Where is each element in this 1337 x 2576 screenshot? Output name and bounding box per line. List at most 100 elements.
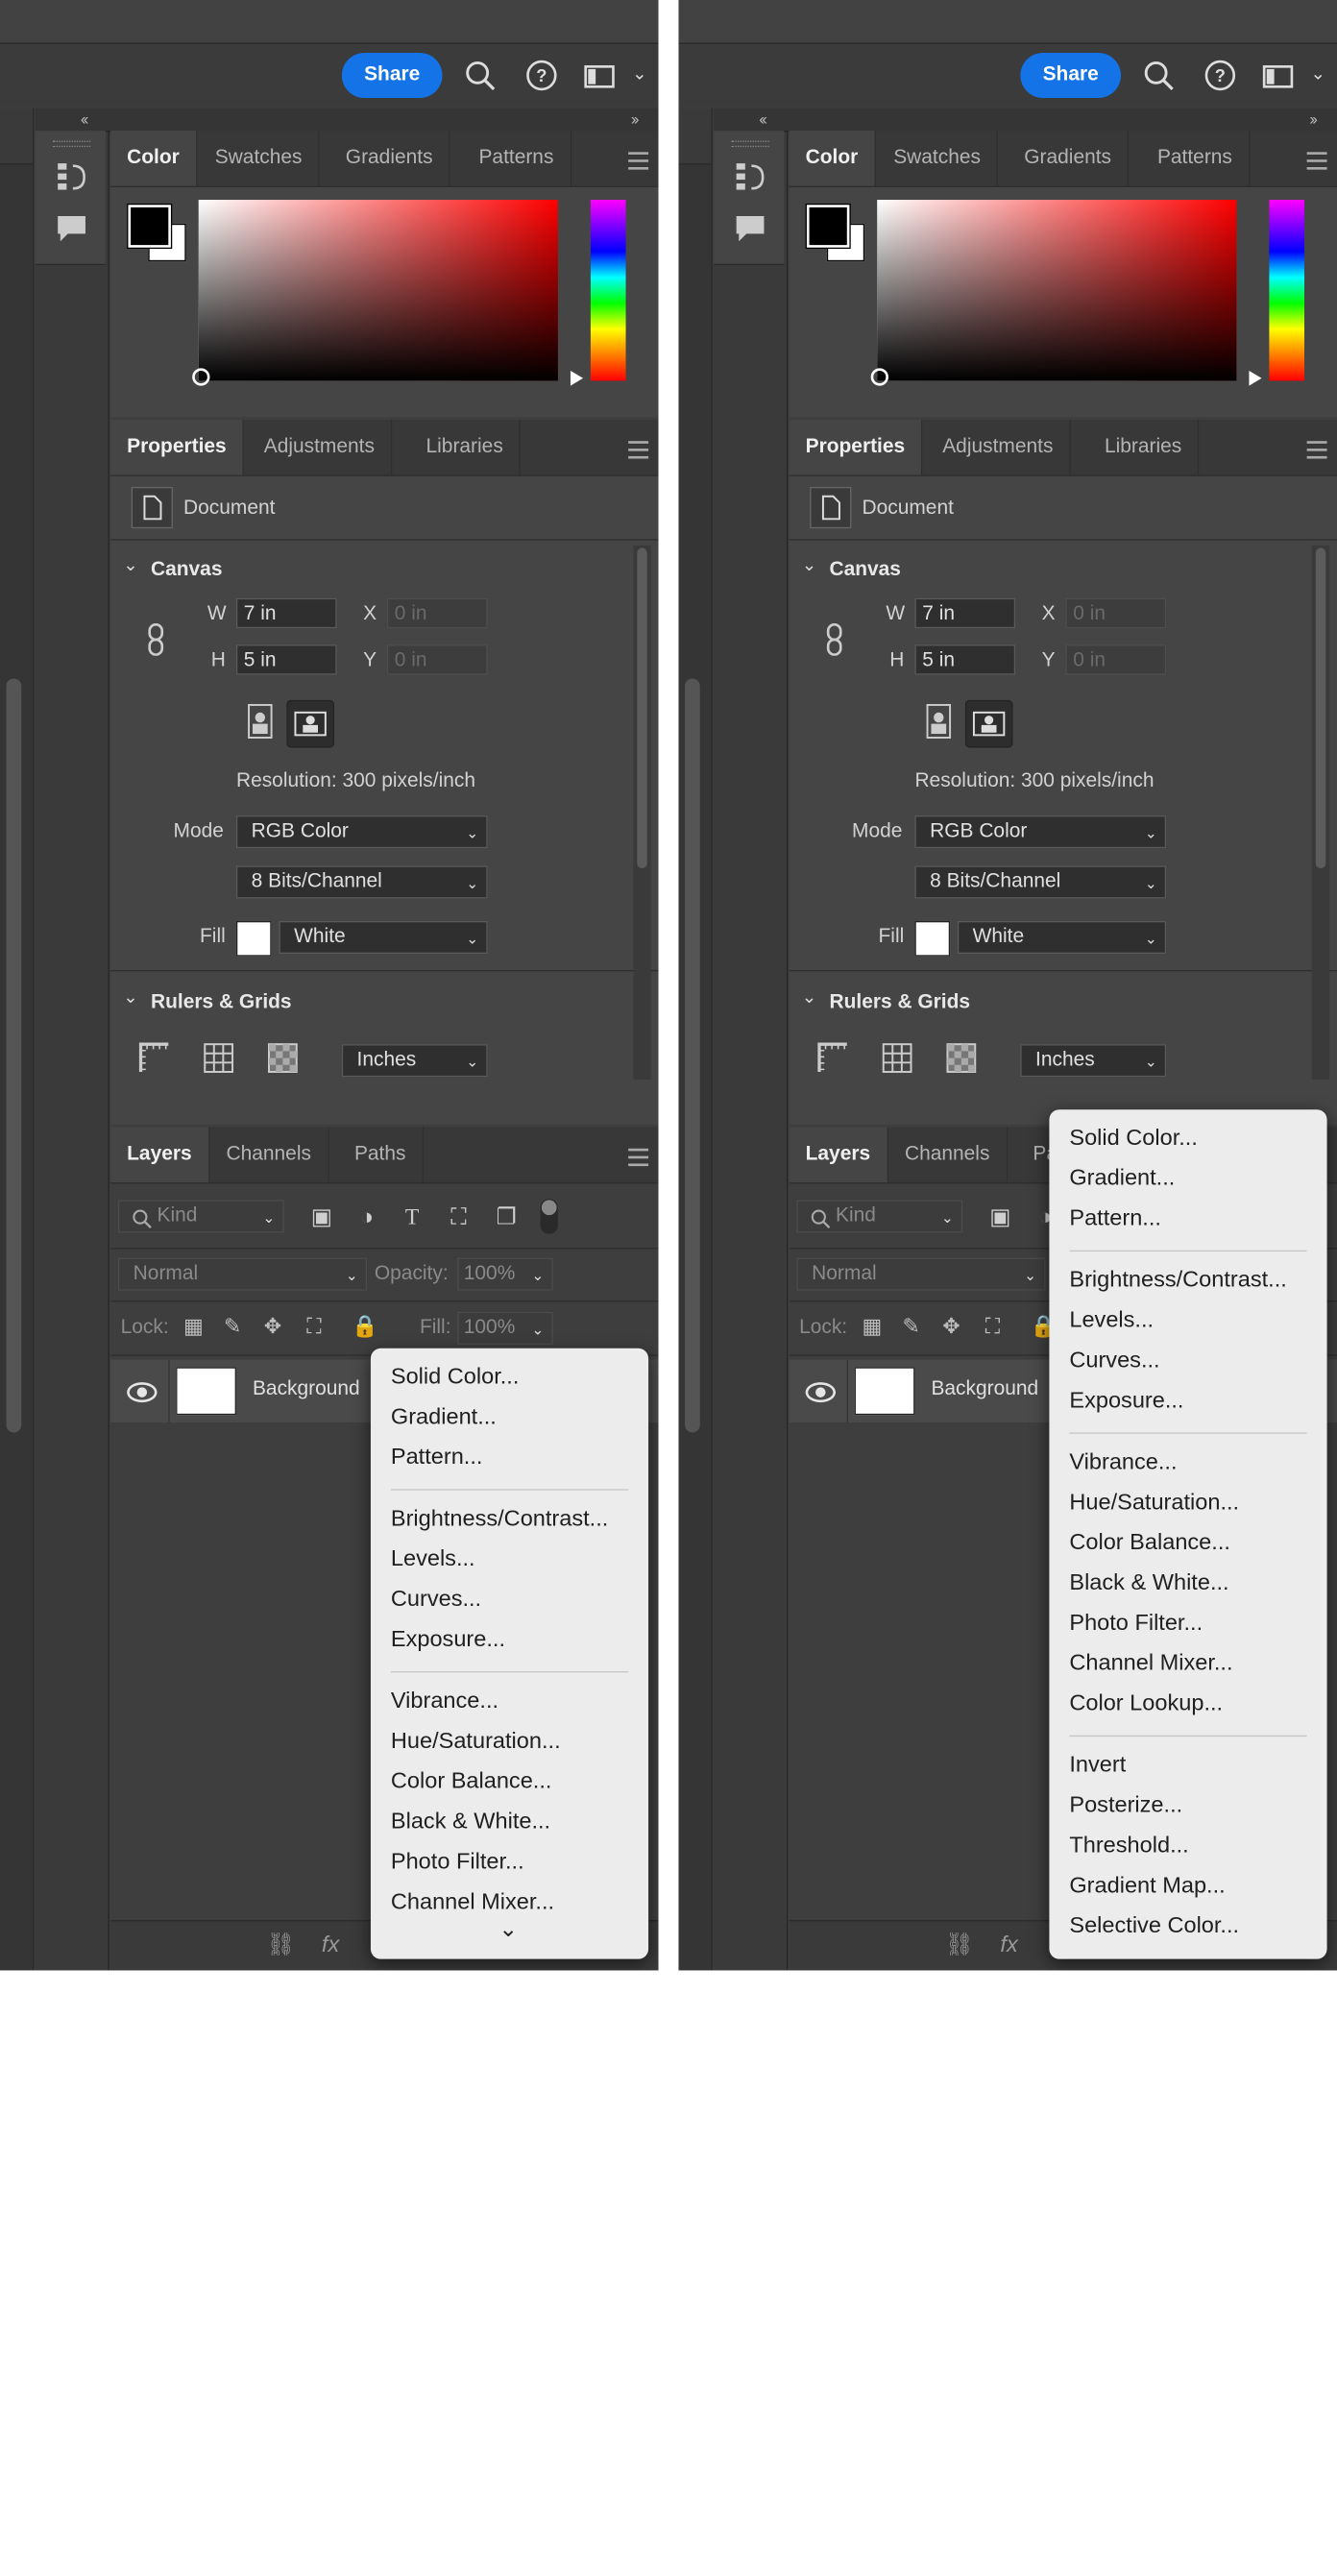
tab-libraries[interactable]: Libraries xyxy=(1088,419,1200,475)
menu-item-threshold[interactable]: Threshold... xyxy=(1069,1833,1188,1859)
tab-color[interactable]: Color xyxy=(110,131,198,186)
tab-properties[interactable]: Properties xyxy=(789,419,923,475)
grid-icon[interactable] xyxy=(203,1042,235,1075)
panel-menu-icon[interactable] xyxy=(628,1148,649,1167)
fill-field[interactable]: 100% ⌄ xyxy=(457,1311,553,1345)
panel-menu-icon[interactable] xyxy=(1306,441,1327,459)
link-layers-icon[interactable]: ⛓ xyxy=(266,1932,295,1957)
fill-dropdown[interactable]: White ⌄ xyxy=(279,920,488,954)
fill-swatch[interactable] xyxy=(235,920,272,957)
layer-name[interactable]: Background xyxy=(253,1378,360,1401)
transparency-icon[interactable] xyxy=(266,1042,299,1075)
foreground-swatch[interactable] xyxy=(806,205,850,248)
tab-swatches[interactable]: Swatches xyxy=(199,131,320,186)
tab-swatches[interactable]: Swatches xyxy=(877,131,999,186)
tab-paths[interactable]: Paths xyxy=(338,1127,424,1183)
lock-pixels-icon[interactable]: ✎ xyxy=(224,1314,242,1339)
visibility-eye-icon[interactable] xyxy=(805,1382,837,1403)
lock-all-icon[interactable]: 🔒 xyxy=(352,1314,378,1339)
comment-icon[interactable] xyxy=(56,213,88,243)
dock-scrollbar[interactable] xyxy=(685,678,700,1433)
type-filter-icon[interactable]: T xyxy=(397,1202,426,1231)
filter-toggle-icon[interactable] xyxy=(540,1199,558,1234)
chevron-down-icon[interactable]: ⌄ xyxy=(1311,62,1325,84)
menu-item-color-balance[interactable]: Color Balance... xyxy=(1069,1529,1230,1555)
tab-gradients[interactable]: Gradients xyxy=(329,131,450,186)
color-field[interactable] xyxy=(198,200,558,381)
share-button[interactable]: Share xyxy=(341,52,443,99)
x-field[interactable]: 0 in xyxy=(386,597,488,629)
menu-item-black-white[interactable]: Black & White... xyxy=(1069,1569,1228,1595)
menu-item-gradient-map[interactable]: Gradient Map... xyxy=(1069,1872,1225,1898)
color-field[interactable] xyxy=(877,200,1237,381)
tab-patterns[interactable]: Patterns xyxy=(1141,131,1251,186)
hue-slider[interactable] xyxy=(590,200,626,381)
visibility-eye-icon[interactable] xyxy=(127,1382,158,1403)
image-filter-icon[interactable]: ▣ xyxy=(985,1202,1015,1231)
properties-scrollbar[interactable] xyxy=(633,545,651,1080)
fx-icon[interactable]: fx xyxy=(1000,1932,1017,1957)
link-icon[interactable] xyxy=(824,622,844,656)
share-button[interactable]: Share xyxy=(1020,52,1122,99)
menu-item-levels[interactable]: Levels... xyxy=(1069,1307,1154,1333)
menu-item-posterize[interactable]: Posterize... xyxy=(1069,1792,1182,1818)
ruler-icon[interactable] xyxy=(816,1042,849,1075)
properties-scrollbar[interactable] xyxy=(1311,545,1330,1080)
menu-item-hue-saturation[interactable]: Hue/Saturation... xyxy=(1069,1489,1239,1515)
chevron-down-icon[interactable]: ⌄ xyxy=(802,554,816,575)
menu-item-black-white[interactable]: Black & White... xyxy=(391,1809,550,1835)
lock-artboard-icon[interactable]: ⛶ xyxy=(985,1314,1001,1339)
units-dropdown[interactable]: Inches ⌄ xyxy=(1020,1044,1167,1078)
blend-mode-dropdown[interactable]: Normal ⌄ xyxy=(796,1257,1046,1291)
fill-swatch[interactable] xyxy=(914,920,951,957)
menu-item-exposure[interactable]: Exposure... xyxy=(391,1626,505,1652)
landscape-icon[interactable] xyxy=(286,699,335,748)
hue-marker[interactable] xyxy=(1249,370,1262,386)
link-layers-icon[interactable]: ⛓ xyxy=(945,1932,974,1957)
tab-properties[interactable]: Properties xyxy=(110,419,244,475)
height-field[interactable]: 5 in xyxy=(235,644,337,675)
comment-icon[interactable] xyxy=(734,213,766,243)
history-icon[interactable] xyxy=(56,158,88,191)
tab-adjustments[interactable]: Adjustments xyxy=(926,419,1071,475)
link-icon[interactable] xyxy=(146,622,166,656)
menu-item-channel-mixer[interactable]: Channel Mixer... xyxy=(391,1888,554,1914)
tab-layers[interactable]: Layers xyxy=(789,1127,888,1183)
width-field[interactable]: 7 in xyxy=(235,597,337,629)
width-field[interactable]: 7 in xyxy=(914,597,1016,629)
search-icon[interactable] xyxy=(464,59,497,91)
workspace-icon[interactable] xyxy=(1262,59,1295,91)
x-field[interactable]: 0 in xyxy=(1065,597,1167,629)
tab-channels[interactable]: Channels xyxy=(209,1127,329,1183)
help-icon[interactable]: ? xyxy=(525,59,558,91)
canvas-section-title[interactable]: Canvas xyxy=(829,559,900,582)
layer-name[interactable]: Background xyxy=(931,1378,1038,1401)
menu-item-solid-color[interactable]: Solid Color... xyxy=(1069,1125,1198,1151)
tab-layers[interactable]: Layers xyxy=(110,1127,209,1183)
menu-item-pattern[interactable]: Pattern... xyxy=(1069,1205,1161,1231)
tab-channels[interactable]: Channels xyxy=(888,1127,1008,1183)
bit-depth-dropdown[interactable]: 8 Bits/Channel ⌄ xyxy=(914,865,1167,899)
menu-item-selective-color[interactable]: Selective Color... xyxy=(1069,1912,1239,1938)
help-icon[interactable]: ? xyxy=(1203,59,1236,91)
lock-position-icon[interactable]: ✥ xyxy=(264,1314,282,1339)
height-field[interactable]: 5 in xyxy=(914,644,1016,675)
y-field[interactable]: 0 in xyxy=(386,644,488,675)
image-filter-icon[interactable]: ▣ xyxy=(306,1202,336,1231)
tab-libraries[interactable]: Libraries xyxy=(410,419,522,475)
tab-gradients[interactable]: Gradients xyxy=(1008,131,1130,186)
menu-item-exposure[interactable]: Exposure... xyxy=(1069,1387,1183,1413)
history-icon[interactable] xyxy=(734,158,766,191)
menu-item-hue-saturation[interactable]: Hue/Saturation... xyxy=(391,1728,561,1754)
menu-item-color-balance[interactable]: Color Balance... xyxy=(391,1768,552,1794)
dock-scrollbar[interactable] xyxy=(6,678,22,1433)
units-dropdown[interactable]: Inches ⌄ xyxy=(341,1044,488,1078)
lock-transparency-icon[interactable]: ▦ xyxy=(862,1314,882,1339)
portrait-icon[interactable] xyxy=(922,702,955,740)
y-field[interactable]: 0 in xyxy=(1065,644,1167,675)
fill-dropdown[interactable]: White ⌄ xyxy=(957,920,1167,954)
menu-item-gradient[interactable]: Gradient... xyxy=(391,1403,497,1429)
search-icon[interactable] xyxy=(1142,59,1175,91)
menu-item-curves[interactable]: Curves... xyxy=(391,1586,481,1612)
foreground-swatch[interactable] xyxy=(128,205,171,248)
